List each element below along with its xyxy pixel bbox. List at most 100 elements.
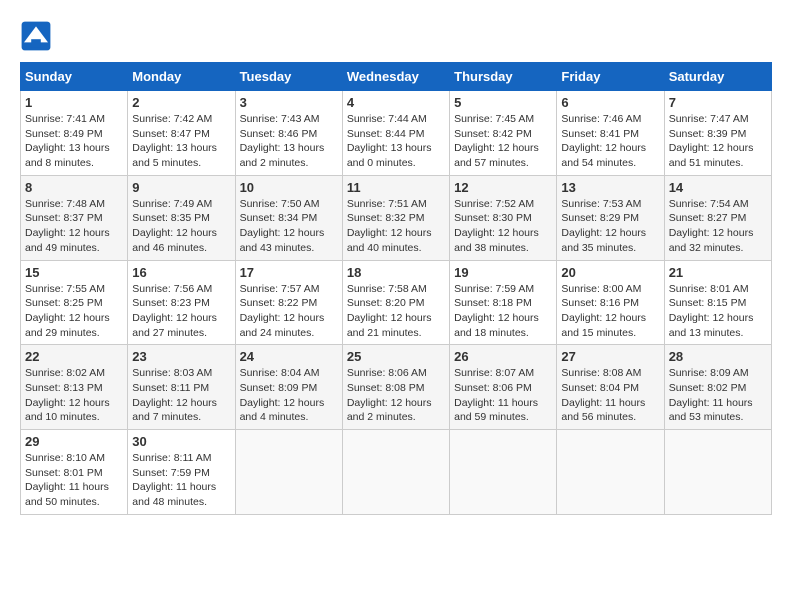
sunrise-label: Sunrise: 7:57 AM [240,283,320,295]
sunset-label: Sunset: 8:44 PM [347,128,425,140]
calendar-cell: 28 Sunrise: 8:09 AM Sunset: 8:02 PM Dayl… [664,345,771,430]
day-info: Sunrise: 7:47 AM Sunset: 8:39 PM Dayligh… [669,112,767,171]
calendar-cell: 19 Sunrise: 7:59 AM Sunset: 8:18 PM Dayl… [450,260,557,345]
calendar-day-header: Saturday [664,63,771,91]
sunset-label: Sunset: 8:09 PM [240,382,318,394]
calendar-cell: 4 Sunrise: 7:44 AM Sunset: 8:44 PM Dayli… [342,91,449,176]
calendar-cell: 10 Sunrise: 7:50 AM Sunset: 8:34 PM Dayl… [235,175,342,260]
sunset-label: Sunset: 8:04 PM [561,382,639,394]
daylight-label: Daylight: 13 hours and 2 minutes. [240,142,325,169]
day-info: Sunrise: 7:55 AM Sunset: 8:25 PM Dayligh… [25,282,123,341]
sunrise-label: Sunrise: 7:58 AM [347,283,427,295]
day-info: Sunrise: 7:59 AM Sunset: 8:18 PM Dayligh… [454,282,552,341]
sunrise-label: Sunrise: 7:52 AM [454,198,534,210]
day-number: 6 [561,95,659,110]
calendar-cell: 5 Sunrise: 7:45 AM Sunset: 8:42 PM Dayli… [450,91,557,176]
day-info: Sunrise: 8:00 AM Sunset: 8:16 PM Dayligh… [561,282,659,341]
day-info: Sunrise: 7:49 AM Sunset: 8:35 PM Dayligh… [132,197,230,256]
sunset-label: Sunset: 8:42 PM [454,128,532,140]
day-info: Sunrise: 7:54 AM Sunset: 8:27 PM Dayligh… [669,197,767,256]
daylight-label: Daylight: 12 hours and 10 minutes. [25,397,110,424]
day-number: 18 [347,265,445,280]
sunrise-label: Sunrise: 7:48 AM [25,198,105,210]
day-info: Sunrise: 8:06 AM Sunset: 8:08 PM Dayligh… [347,366,445,425]
calendar-cell: 16 Sunrise: 7:56 AM Sunset: 8:23 PM Dayl… [128,260,235,345]
sunrise-label: Sunrise: 7:56 AM [132,283,212,295]
day-info: Sunrise: 7:56 AM Sunset: 8:23 PM Dayligh… [132,282,230,341]
header [20,20,772,52]
day-info: Sunrise: 7:58 AM Sunset: 8:20 PM Dayligh… [347,282,445,341]
sunrise-label: Sunrise: 7:47 AM [669,113,749,125]
day-number: 9 [132,180,230,195]
calendar-cell: 26 Sunrise: 8:07 AM Sunset: 8:06 PM Dayl… [450,345,557,430]
daylight-label: Daylight: 12 hours and 2 minutes. [347,397,432,424]
calendar-cell: 9 Sunrise: 7:49 AM Sunset: 8:35 PM Dayli… [128,175,235,260]
day-number: 22 [25,349,123,364]
calendar-cell [557,430,664,515]
daylight-label: Daylight: 12 hours and 7 minutes. [132,397,217,424]
sunset-label: Sunset: 8:30 PM [454,212,532,224]
daylight-label: Daylight: 12 hours and 40 minutes. [347,227,432,254]
calendar-table: SundayMondayTuesdayWednesdayThursdayFrid… [20,62,772,515]
sunrise-label: Sunrise: 7:54 AM [669,198,749,210]
calendar-day-header: Tuesday [235,63,342,91]
sunrise-label: Sunrise: 7:59 AM [454,283,534,295]
sunrise-label: Sunrise: 8:11 AM [132,452,211,464]
daylight-label: Daylight: 12 hours and 15 minutes. [561,312,646,339]
day-number: 5 [454,95,552,110]
sunrise-label: Sunrise: 8:04 AM [240,367,320,379]
daylight-label: Daylight: 12 hours and 29 minutes. [25,312,110,339]
sunset-label: Sunset: 8:15 PM [669,297,747,309]
day-info: Sunrise: 8:02 AM Sunset: 8:13 PM Dayligh… [25,366,123,425]
day-number: 4 [347,95,445,110]
calendar-header-row: SundayMondayTuesdayWednesdayThursdayFrid… [21,63,772,91]
sunrise-label: Sunrise: 7:46 AM [561,113,641,125]
sunset-label: Sunset: 8:32 PM [347,212,425,224]
sunrise-label: Sunrise: 8:09 AM [669,367,749,379]
day-info: Sunrise: 7:41 AM Sunset: 8:49 PM Dayligh… [25,112,123,171]
day-info: Sunrise: 7:53 AM Sunset: 8:29 PM Dayligh… [561,197,659,256]
day-number: 2 [132,95,230,110]
day-info: Sunrise: 8:07 AM Sunset: 8:06 PM Dayligh… [454,366,552,425]
calendar-cell: 25 Sunrise: 8:06 AM Sunset: 8:08 PM Dayl… [342,345,449,430]
day-info: Sunrise: 7:46 AM Sunset: 8:41 PM Dayligh… [561,112,659,171]
sunset-label: Sunset: 8:20 PM [347,297,425,309]
calendar-week-row: 29 Sunrise: 8:10 AM Sunset: 8:01 PM Dayl… [21,430,772,515]
sunrise-label: Sunrise: 8:10 AM [25,452,105,464]
daylight-label: Daylight: 11 hours and 48 minutes. [132,481,216,508]
calendar-day-header: Monday [128,63,235,91]
day-number: 21 [669,265,767,280]
day-info: Sunrise: 7:45 AM Sunset: 8:42 PM Dayligh… [454,112,552,171]
day-info: Sunrise: 7:43 AM Sunset: 8:46 PM Dayligh… [240,112,338,171]
calendar-cell: 22 Sunrise: 8:02 AM Sunset: 8:13 PM Dayl… [21,345,128,430]
sunset-label: Sunset: 8:46 PM [240,128,318,140]
calendar-cell: 18 Sunrise: 7:58 AM Sunset: 8:20 PM Dayl… [342,260,449,345]
calendar-day-header: Sunday [21,63,128,91]
day-number: 15 [25,265,123,280]
logo-icon [20,20,52,52]
calendar-cell: 30 Sunrise: 8:11 AM Sunset: 7:59 PM Dayl… [128,430,235,515]
sunset-label: Sunset: 8:18 PM [454,297,532,309]
day-number: 8 [25,180,123,195]
day-number: 26 [454,349,552,364]
daylight-label: Daylight: 13 hours and 0 minutes. [347,142,432,169]
sunset-label: Sunset: 8:35 PM [132,212,210,224]
day-number: 13 [561,180,659,195]
sunrise-label: Sunrise: 7:42 AM [132,113,212,125]
daylight-label: Daylight: 12 hours and 43 minutes. [240,227,325,254]
sunrise-label: Sunrise: 8:01 AM [669,283,749,295]
calendar-week-row: 22 Sunrise: 8:02 AM Sunset: 8:13 PM Dayl… [21,345,772,430]
sunset-label: Sunset: 8:22 PM [240,297,318,309]
calendar-cell: 27 Sunrise: 8:08 AM Sunset: 8:04 PM Dayl… [557,345,664,430]
sunset-label: Sunset: 8:06 PM [454,382,532,394]
daylight-label: Daylight: 12 hours and 13 minutes. [669,312,754,339]
daylight-label: Daylight: 13 hours and 5 minutes. [132,142,217,169]
day-number: 28 [669,349,767,364]
calendar-cell: 17 Sunrise: 7:57 AM Sunset: 8:22 PM Dayl… [235,260,342,345]
calendar-cell [235,430,342,515]
daylight-label: Daylight: 11 hours and 56 minutes. [561,397,645,424]
sunset-label: Sunset: 8:02 PM [669,382,747,394]
calendar-cell [450,430,557,515]
day-info: Sunrise: 8:11 AM Sunset: 7:59 PM Dayligh… [132,451,230,510]
day-info: Sunrise: 7:57 AM Sunset: 8:22 PM Dayligh… [240,282,338,341]
